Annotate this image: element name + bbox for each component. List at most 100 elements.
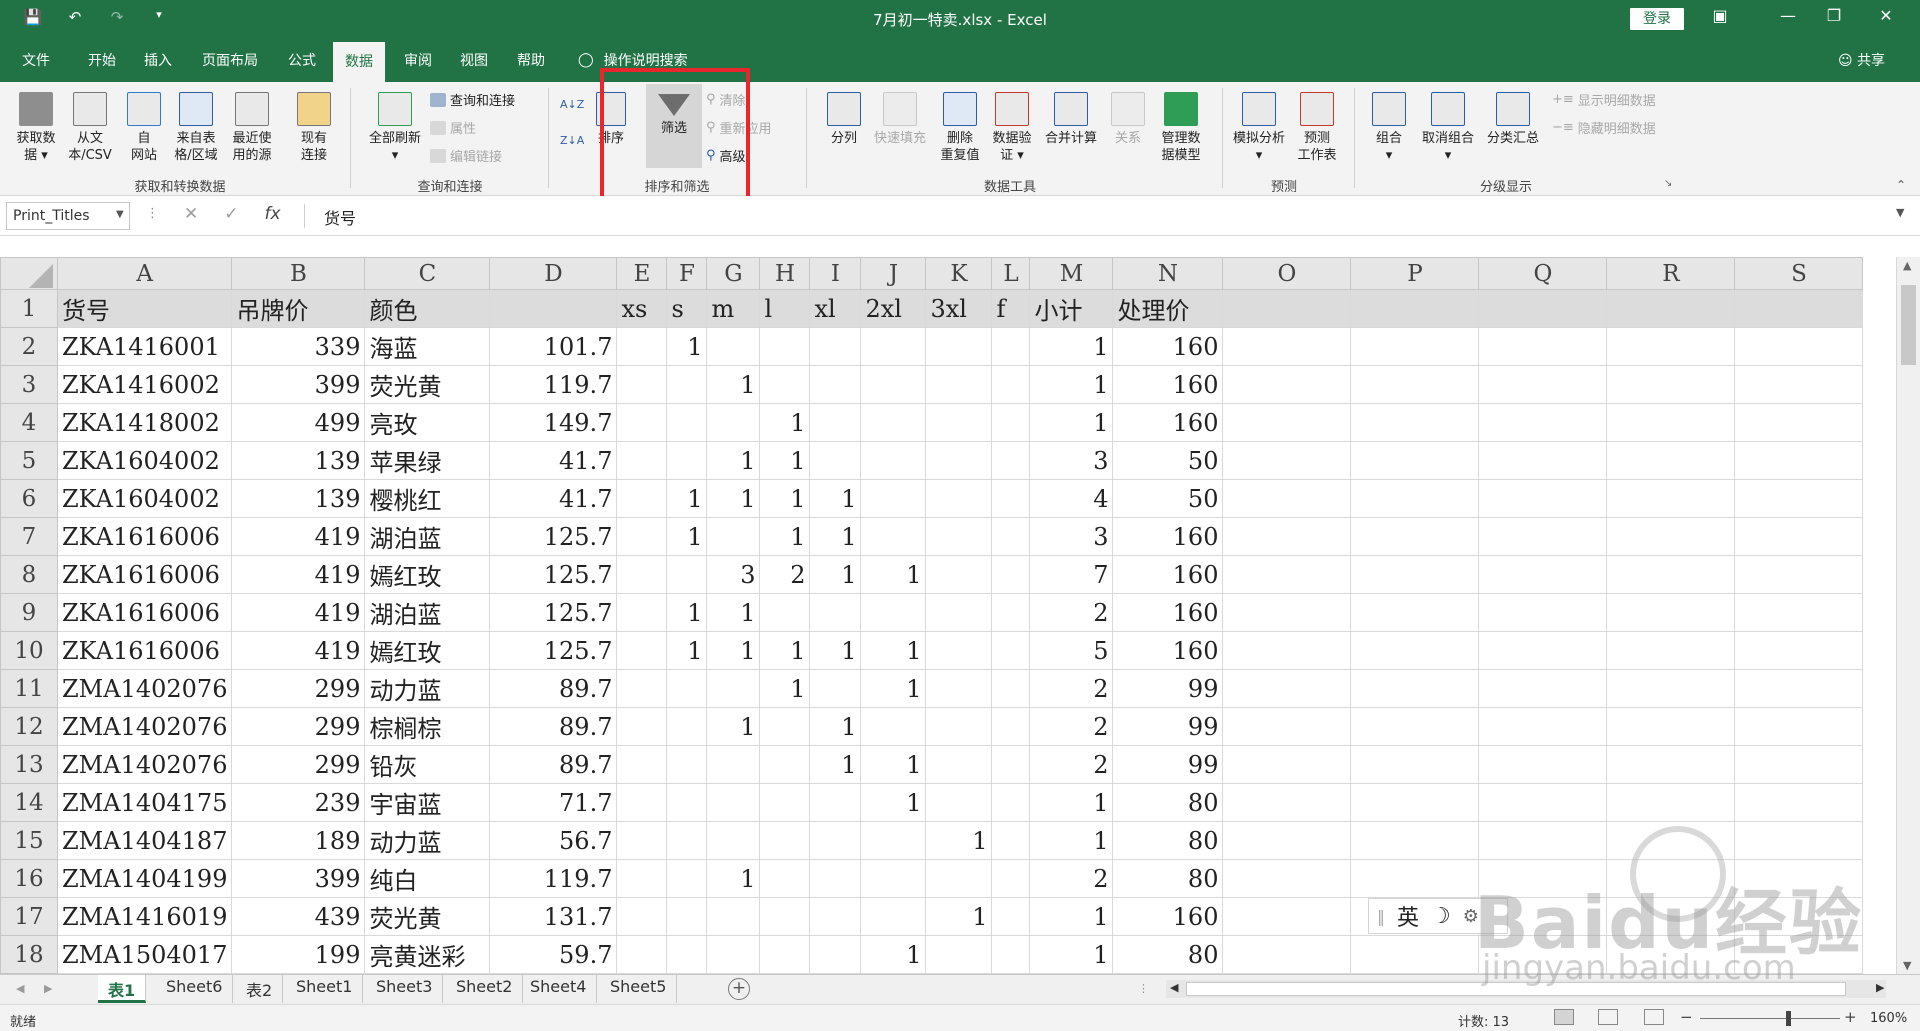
scroll-left-icon[interactable]: ◀ xyxy=(1170,981,1178,994)
customize-icon[interactable]: ▾ xyxy=(148,8,170,26)
sheet-tab[interactable]: Sheet4 xyxy=(520,975,598,1003)
sheet-tab[interactable]: Sheet2 xyxy=(446,975,524,1003)
cell[interactable]: 嫣红玫 xyxy=(364,631,491,670)
cell[interactable]: 纯白 xyxy=(364,859,491,898)
cell[interactable] xyxy=(1222,441,1352,480)
redo-icon[interactable]: ↷ xyxy=(106,8,128,26)
cell[interactable] xyxy=(860,327,927,366)
cell[interactable]: 1 xyxy=(860,631,927,670)
cell[interactable]: 419 xyxy=(231,593,366,632)
cell[interactable]: 160 xyxy=(1112,593,1224,632)
cell[interactable] xyxy=(1478,859,1608,898)
cell[interactable]: 1 xyxy=(666,517,708,556)
select-all-corner[interactable] xyxy=(0,257,58,290)
cell[interactable]: 89.7 xyxy=(489,669,618,708)
cell[interactable] xyxy=(1734,479,1864,518)
header-cell[interactable] xyxy=(1478,289,1608,328)
cell[interactable] xyxy=(809,403,862,442)
cell[interactable]: 1 xyxy=(809,555,862,594)
cell[interactable] xyxy=(925,327,993,366)
cell[interactable] xyxy=(1350,555,1480,594)
cell[interactable]: 499 xyxy=(231,403,366,442)
cell[interactable] xyxy=(925,479,993,518)
cell[interactable] xyxy=(1734,593,1864,632)
cell[interactable] xyxy=(925,365,993,404)
cell[interactable] xyxy=(666,897,708,936)
row-header[interactable]: 14 xyxy=(0,783,58,822)
cell[interactable]: 41.7 xyxy=(489,479,618,518)
tab-formulas[interactable]: 公式 xyxy=(288,50,316,70)
cell[interactable]: 160 xyxy=(1112,403,1224,442)
cell[interactable] xyxy=(1478,555,1608,594)
cell[interactable] xyxy=(809,783,862,822)
cell[interactable] xyxy=(991,365,1031,404)
ime-language[interactable]: 英 xyxy=(1397,900,1419,932)
cell[interactable] xyxy=(991,707,1031,746)
cell[interactable]: 2 xyxy=(1029,745,1114,784)
cell[interactable] xyxy=(925,403,993,442)
consolidate-button[interactable]: 合并计算 xyxy=(1038,88,1104,147)
cell[interactable] xyxy=(1222,631,1352,670)
zoom-out-icon[interactable]: − xyxy=(1680,1008,1693,1026)
cell[interactable] xyxy=(1350,517,1480,556)
cell[interactable] xyxy=(759,593,811,632)
from-text-csv-button[interactable]: 从文 本/CSV xyxy=(62,88,118,164)
cell[interactable]: 3 xyxy=(1029,517,1114,556)
cell[interactable] xyxy=(1734,517,1864,556)
cell[interactable] xyxy=(1478,821,1608,860)
tab-data[interactable]: 数据 xyxy=(333,42,385,82)
cell[interactable] xyxy=(1222,669,1352,708)
cell[interactable] xyxy=(706,403,761,442)
cell[interactable]: 2 xyxy=(1029,669,1114,708)
cell[interactable]: 1 xyxy=(1029,403,1114,442)
login-button[interactable]: 登录 xyxy=(1630,8,1684,30)
next-sheet-icon[interactable]: ▶ xyxy=(44,982,52,995)
cell[interactable] xyxy=(666,669,708,708)
tab-file[interactable]: 文件 xyxy=(22,50,50,70)
group-rows-button[interactable]: 组合 ▾ xyxy=(1364,88,1414,164)
cell[interactable]: 1 xyxy=(706,479,761,518)
cell[interactable] xyxy=(860,707,927,746)
column-header[interactable]: I xyxy=(809,257,862,290)
cell[interactable]: 1 xyxy=(706,441,761,480)
cell[interactable] xyxy=(991,859,1031,898)
cell[interactable] xyxy=(666,441,708,480)
cell[interactable] xyxy=(759,897,811,936)
cell[interactable] xyxy=(809,897,862,936)
header-cell[interactable]: l xyxy=(759,289,811,328)
cell[interactable] xyxy=(991,593,1031,632)
row-header[interactable]: 13 xyxy=(0,745,58,784)
cell[interactable]: 160 xyxy=(1112,327,1224,366)
cell[interactable]: 嫣红玫 xyxy=(364,555,491,594)
row-header[interactable]: 17 xyxy=(0,897,58,936)
cell[interactable] xyxy=(759,707,811,746)
cell[interactable]: 海蓝 xyxy=(364,327,491,366)
cell[interactable]: 80 xyxy=(1112,821,1224,860)
cell[interactable]: 亮黄迷彩 xyxy=(364,935,491,974)
cell[interactable] xyxy=(1222,517,1352,556)
cell[interactable] xyxy=(706,517,761,556)
cell[interactable] xyxy=(759,859,811,898)
cell[interactable]: 1 xyxy=(809,517,862,556)
cell[interactable] xyxy=(809,669,862,708)
cell[interactable] xyxy=(1350,821,1480,860)
cell[interactable]: 湖泊蓝 xyxy=(364,517,491,556)
cell[interactable] xyxy=(1606,707,1736,746)
cell[interactable] xyxy=(991,821,1031,860)
close-icon[interactable]: ✕ xyxy=(1872,6,1900,25)
scroll-up-icon[interactable]: ▲ xyxy=(1903,259,1911,272)
cell[interactable]: 189 xyxy=(231,821,366,860)
cell[interactable] xyxy=(666,745,708,784)
cell[interactable]: 59.7 xyxy=(489,935,618,974)
tab-review[interactable]: 审阅 xyxy=(404,50,432,70)
cell[interactable]: ZMA1402076 xyxy=(56,669,233,708)
header-cell[interactable]: 处理价 xyxy=(1112,289,1224,328)
cell[interactable]: 1 xyxy=(809,479,862,518)
cell[interactable]: ZMA1404199 xyxy=(56,859,233,898)
cell[interactable]: ZMA1402076 xyxy=(56,707,233,746)
cell[interactable]: 动力蓝 xyxy=(364,821,491,860)
cell[interactable]: 99 xyxy=(1112,745,1224,784)
cell[interactable] xyxy=(860,593,927,632)
cell[interactable] xyxy=(809,821,862,860)
outline-dialog-launcher-icon[interactable]: ↘ xyxy=(1664,178,1672,189)
